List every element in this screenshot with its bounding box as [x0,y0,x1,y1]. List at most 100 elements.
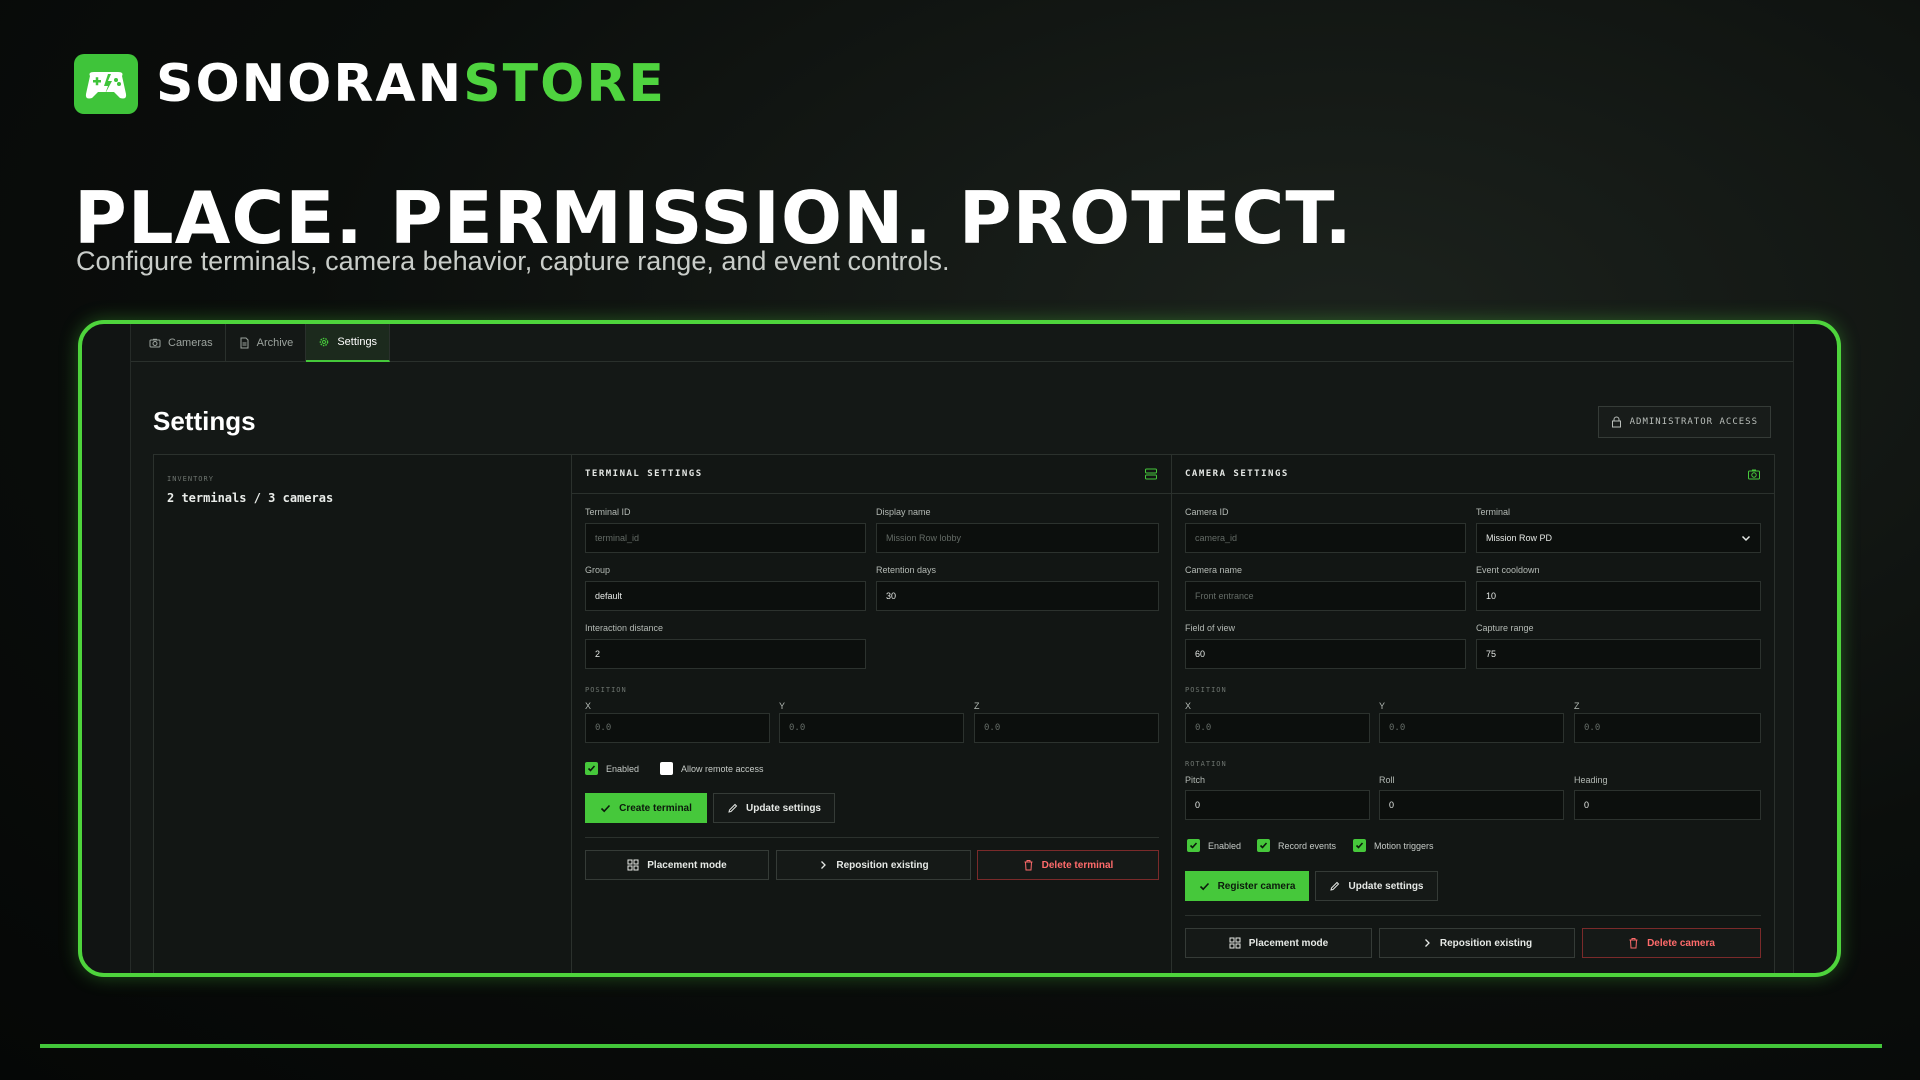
checkmark-icon [1187,839,1200,852]
event-cooldown-input[interactable]: 10 [1476,581,1761,611]
camera-settings-header: CAMERA SETTINGS [1172,455,1774,494]
delete-camera-button[interactable]: Delete camera [1582,928,1761,958]
field-of-view-label: Field of view [1185,623,1236,633]
pencil-icon [1330,881,1340,891]
interaction-distance-input[interactable]: 2 [585,639,866,669]
terminal-divider [585,837,1159,838]
tab-settings-label: Settings [337,336,378,348]
display-name-input[interactable]: Mission Row lobby [876,523,1159,553]
camera-placement-mode-label: Placement mode [1248,937,1329,949]
allow-remote-access-checkbox[interactable]: Allow remote access [660,762,764,775]
record-events-checkbox[interactable]: Record events [1257,839,1336,852]
terminal-z-input[interactable]: 0.0 [974,713,1159,743]
capture-range-input[interactable]: 75 [1476,639,1761,669]
camera-z-label: Z [1574,701,1580,711]
inventory-sidebar: INVENTORY 2 terminals / 3 cameras [154,455,572,973]
camera-settings-title: CAMERA SETTINGS [1185,469,1289,479]
camera-reposition-button[interactable]: Reposition existing [1379,928,1575,958]
create-terminal-button[interactable]: Create terminal [585,793,707,823]
heading-input[interactable]: 0 [1574,790,1761,820]
motion-triggers-checkbox[interactable]: Motion triggers [1353,839,1434,852]
checkmark-icon [1257,839,1270,852]
camera-terminal-label: Terminal [1476,507,1511,517]
terminal-settings-title: TERMINAL SETTINGS [585,469,703,479]
delete-terminal-button[interactable]: Delete terminal [977,850,1159,880]
register-camera-label: Register camera [1217,880,1296,892]
tab-archive-label: Archive [256,337,294,349]
camera-placement-mode-button[interactable]: Placement mode [1185,928,1372,958]
camera-settings-section: CAMERA SETTINGS Camera ID camera_id Term… [1172,455,1774,973]
retention-days-label: Retention days [876,565,937,575]
checkbox-empty-icon [660,762,673,775]
camera-icon [149,338,161,348]
tab-archive[interactable]: Archive [226,324,307,362]
rotation-label: ROTATION [1185,760,1227,768]
camera-enabled-checkbox[interactable]: Enabled [1187,839,1241,852]
camera-y-label: Y [1379,701,1386,711]
terminal-x-input[interactable]: 0.0 [585,713,770,743]
retention-days-input[interactable]: 30 [876,581,1159,611]
delete-camera-label: Delete camera [1647,937,1715,949]
terminal-z-label: Z [974,701,980,711]
terminal-enabled-label: Enabled [606,763,640,774]
pitch-label: Pitch [1185,775,1206,785]
camera-z-input[interactable]: 0.0 [1574,713,1761,743]
checkmark-icon [585,762,598,775]
administrator-access-button[interactable]: ADMINISTRATOR ACCESS [1597,406,1771,438]
brand-name: SONORANSTORE [156,54,666,114]
terminal-settings-section: TERMINAL SETTINGS Terminal ID terminal_i… [572,455,1172,973]
camera-terminal-value: Mission Row PD [1486,533,1553,543]
camera-name-input[interactable]: Front entrance [1185,581,1466,611]
gamepad-logo-icon [74,54,138,114]
heading-label: Heading [1574,775,1608,785]
update-camera-settings-button[interactable]: Update settings [1315,871,1438,901]
terminal-id-label: Terminal ID [585,507,631,517]
camera-enabled-label: Enabled [1208,840,1242,851]
event-cooldown-label: Event cooldown [1476,565,1540,575]
create-terminal-label: Create terminal [619,802,692,814]
pencil-icon [728,803,738,813]
motion-triggers-label: Motion triggers [1374,840,1434,851]
interaction-distance-label: Interaction distance [585,623,664,633]
camera-id-input[interactable]: camera_id [1185,523,1466,553]
camera-icon [1748,469,1760,480]
camera-y-input[interactable]: 0.0 [1379,713,1564,743]
server-icon [1145,468,1157,480]
roll-input[interactable]: 0 [1379,790,1564,820]
inventory-label: INVENTORY [167,475,214,483]
terminal-x-label: X [585,701,592,711]
terminal-reposition-label: Reposition existing [836,859,929,871]
terminal-placement-mode-button[interactable]: Placement mode [585,850,769,880]
terminal-y-input[interactable]: 0.0 [779,713,964,743]
register-camera-button[interactable]: Register camera [1185,871,1309,901]
grid-icon [627,859,639,871]
camera-x-input[interactable]: 0.0 [1185,713,1370,743]
camera-divider [1185,915,1761,916]
terminal-reposition-button[interactable]: Reposition existing [776,850,971,880]
terminal-placement-mode-label: Placement mode [647,859,727,871]
tab-cameras[interactable]: Cameras [137,324,226,362]
roll-label: Roll [1379,775,1395,785]
administrator-access-label: ADMINISTRATOR ACCESS [1629,417,1758,427]
brand: SONORANSTORE [74,54,666,114]
chevron-right-icon [1424,939,1430,947]
camera-terminal-select[interactable]: Mission Row PD [1476,523,1761,553]
update-camera-settings-label: Update settings [1348,880,1424,892]
brand-name-green: STORE [463,54,666,114]
pitch-input[interactable]: 0 [1185,790,1370,820]
camera-id-label: Camera ID [1185,507,1229,517]
chevron-down-icon [1741,535,1751,542]
camera-position-label: POSITION [1185,686,1227,694]
check-icon [1199,882,1209,890]
update-terminal-settings-button[interactable]: Update settings [713,793,835,823]
bottom-accent-line [40,1044,1882,1048]
grid-icon [1229,937,1241,949]
field-of-view-input[interactable]: 60 [1185,639,1466,669]
terminal-enabled-checkbox[interactable]: Enabled [585,762,639,775]
tab-settings[interactable]: Settings [306,324,391,362]
lock-icon [1611,416,1621,428]
record-events-label: Record events [1278,840,1337,851]
checkmark-icon [1353,839,1366,852]
group-input[interactable]: default [585,581,866,611]
terminal-id-input[interactable]: terminal_id [585,523,866,553]
